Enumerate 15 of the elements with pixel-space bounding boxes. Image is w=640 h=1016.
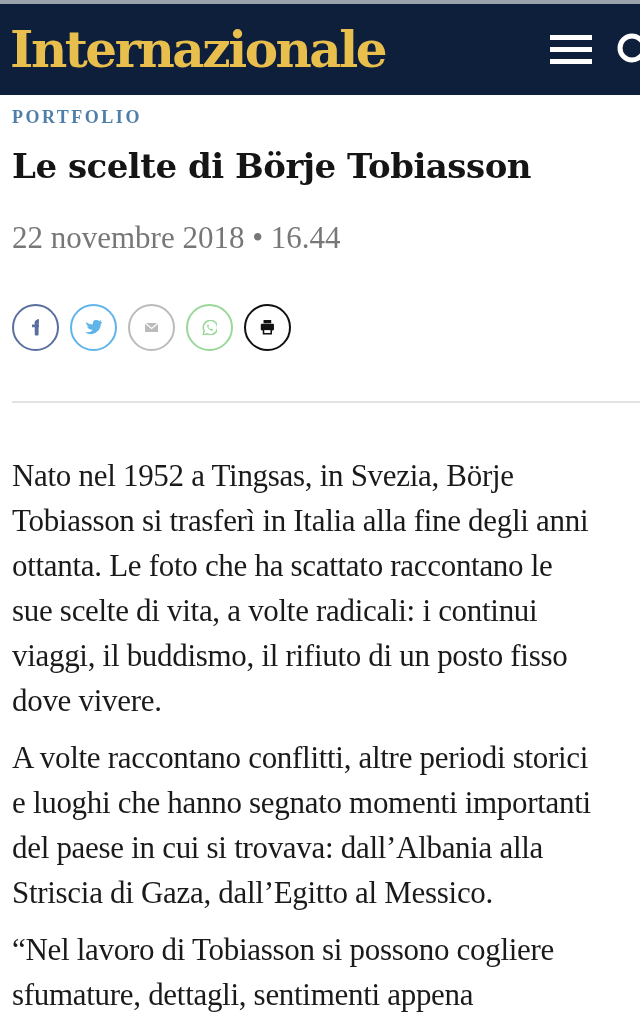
body-paragraph: Nato nel 1952 a Tingsas, in Svezia, Börje Tobiasson si trasferì in Italia alla fine degli anni ottanta. Le foto che ha scattato raccontano le sue scelte di vita, a volte radicali: i continui viaggi, il buddismo, il rifiuto di un posto fisso dove vivere.: [12, 457, 590, 720]
facebook-icon: [31, 319, 40, 336]
section-label[interactable]: PORTFOLIO: [12, 107, 628, 128]
print-button[interactable]: [244, 304, 291, 351]
twitter-icon: [84, 320, 103, 335]
article-title: Le scelte di Börje Tobiasson: [12, 146, 533, 186]
site-logo[interactable]: Internazionale: [10, 20, 386, 79]
body-paragraph: “Nel lavoro di Tobiasson si possono cogliere sfumature, dettagli, sentimenti appena: [12, 931, 555, 1014]
share-button[interactable]: [12, 304, 59, 351]
menu-icon[interactable]: [550, 32, 592, 67]
print-icon: [260, 320, 275, 335]
email-icon: [144, 322, 159, 333]
whatsapp-icon: [201, 319, 218, 336]
body-paragraph: A volte raccontano conflitti, altre periodi storici e luoghi che hanno segnato momenti importanti del paese in cui si trovava: dall’Albania alla Striscia di Gaza, dall’Egitto al Messico.: [12, 739, 592, 912]
publish-date: 22 novembre 2018 • 16.44: [12, 220, 342, 256]
